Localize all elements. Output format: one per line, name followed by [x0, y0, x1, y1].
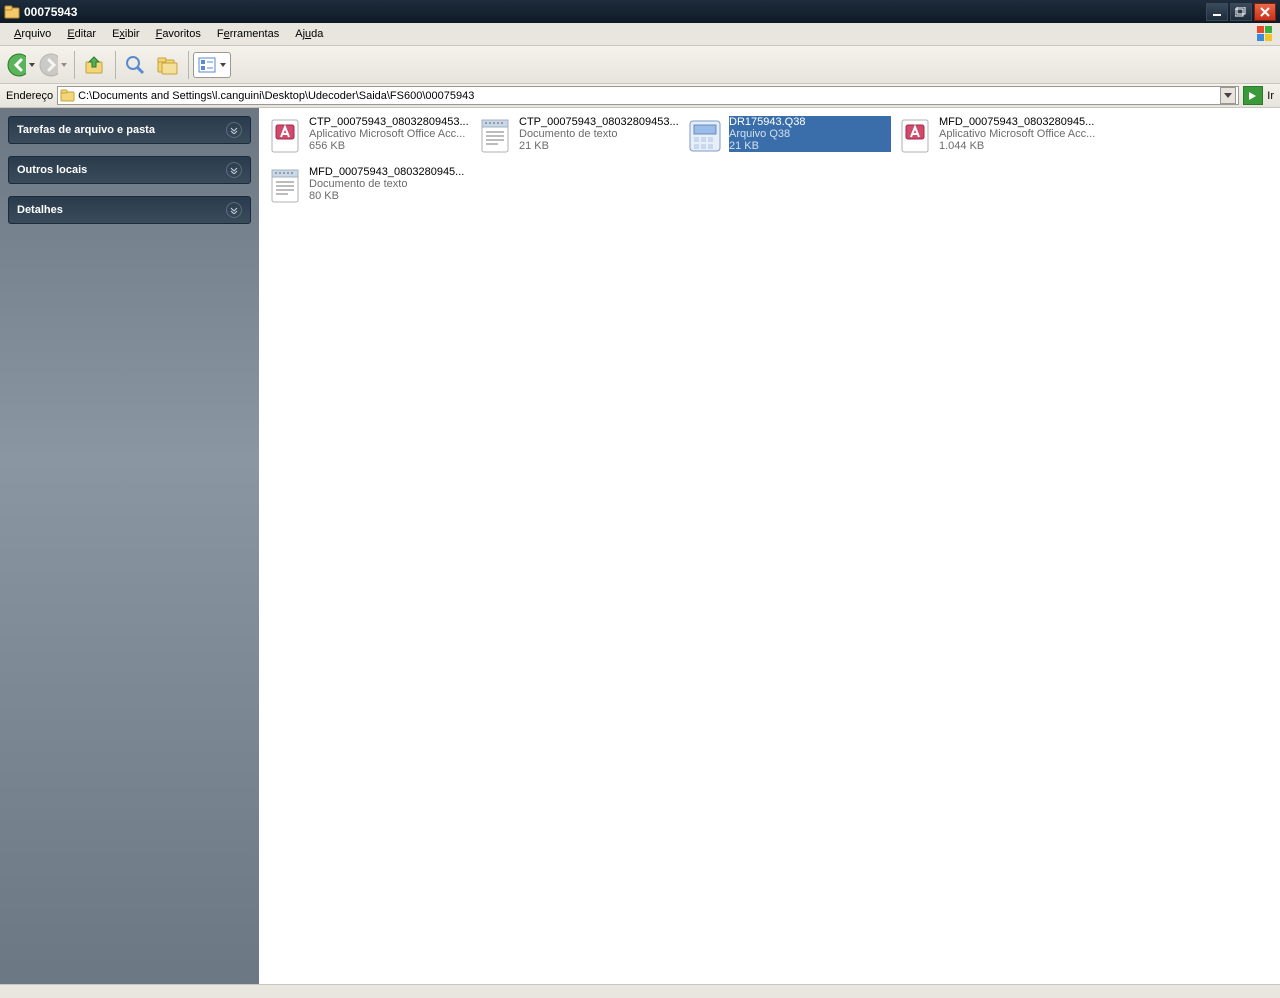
task-pane: Tarefas de arquivo e pasta Outros locais… [0, 108, 259, 984]
folders-button[interactable] [152, 50, 182, 80]
file-type: Documento de texto [309, 178, 471, 190]
go-label: Ir [1267, 90, 1274, 102]
menu-editar[interactable]: Editar [59, 28, 104, 40]
chevron-down-icon[interactable] [226, 202, 242, 218]
file-icon [895, 116, 935, 156]
folder-icon [4, 4, 20, 20]
sidebar-other-panel[interactable]: Outros locais [8, 156, 251, 184]
minimize-button[interactable] [1206, 3, 1228, 21]
file-name: CTP_00075943_08032809453... [519, 116, 681, 128]
go-button[interactable] [1243, 86, 1263, 105]
file-item[interactable]: DR175943.Q38Arquivo Q3821 KB [683, 114, 893, 164]
sidebar-details-label: Detalhes [17, 204, 63, 216]
search-button[interactable] [120, 50, 150, 80]
navigation-toolbar [0, 46, 1280, 84]
file-type: Documento de texto [519, 128, 681, 140]
menu-exibir[interactable]: Exibir [104, 28, 148, 40]
windows-logo-icon [1256, 25, 1274, 43]
file-size: 21 KB [729, 140, 891, 152]
sidebar-details-panel[interactable]: Detalhes [8, 196, 251, 224]
chevron-down-icon[interactable] [226, 122, 242, 138]
file-list[interactable]: CTP_00075943_08032809453...Aplicativo Mi… [259, 108, 1280, 984]
chevron-down-icon[interactable] [226, 162, 242, 178]
file-icon [475, 116, 515, 156]
maximize-button[interactable] [1230, 3, 1252, 21]
file-icon [265, 116, 305, 156]
menu-bar: Arquivo Editar Exibir Favoritos Ferramen… [0, 23, 1280, 46]
file-size: 80 KB [309, 190, 471, 202]
file-name: MFD_00075943_0803280945... [309, 166, 471, 178]
window-title: 00075943 [24, 5, 77, 19]
address-path: C:\Documents and Settings\l.canguini\Des… [78, 90, 1220, 102]
file-item[interactable]: CTP_00075943_08032809453...Aplicativo Mi… [263, 114, 473, 164]
forward-button[interactable] [38, 50, 68, 80]
status-bar [0, 984, 1280, 998]
file-type: Aplicativo Microsoft Office Acc... [939, 128, 1101, 140]
file-item[interactable]: MFD_00075943_0803280945...Documento de t… [263, 164, 473, 214]
file-size: 656 KB [309, 140, 471, 152]
views-button[interactable] [193, 52, 231, 78]
file-size: 21 KB [519, 140, 681, 152]
file-name: DR175943.Q38 [729, 116, 891, 128]
menu-arquivo[interactable]: Arquivo [6, 28, 59, 40]
address-label: Endereço [6, 90, 53, 102]
menu-ferramentas[interactable]: Ferramentas [209, 28, 287, 40]
file-name: CTP_00075943_08032809453... [309, 116, 471, 128]
title-bar: 00075943 [0, 0, 1280, 23]
file-icon [685, 116, 725, 156]
file-name: MFD_00075943_0803280945... [939, 116, 1101, 128]
address-bar: Endereço C:\Documents and Settings\l.can… [0, 84, 1280, 108]
folder-icon [60, 88, 75, 103]
file-icon [265, 166, 305, 206]
menu-favoritos[interactable]: Favoritos [148, 28, 209, 40]
sidebar-tasks-label: Tarefas de arquivo e pasta [17, 124, 155, 136]
menu-ajuda[interactable]: Ajuda [287, 28, 331, 40]
address-combo[interactable]: C:\Documents and Settings\l.canguini\Des… [57, 86, 1239, 105]
file-item[interactable]: CTP_00075943_08032809453...Documento de … [473, 114, 683, 164]
file-size: 1.044 KB [939, 140, 1101, 152]
up-button[interactable] [79, 50, 109, 80]
close-button[interactable] [1254, 3, 1276, 21]
file-item[interactable]: MFD_00075943_0803280945...Aplicativo Mic… [893, 114, 1103, 164]
address-dropdown-button[interactable] [1220, 87, 1236, 104]
sidebar-tasks-panel[interactable]: Tarefas de arquivo e pasta [8, 116, 251, 144]
sidebar-other-label: Outros locais [17, 164, 87, 176]
file-type: Aplicativo Microsoft Office Acc... [309, 128, 471, 140]
file-type: Arquivo Q38 [729, 128, 891, 140]
back-button[interactable] [6, 50, 36, 80]
